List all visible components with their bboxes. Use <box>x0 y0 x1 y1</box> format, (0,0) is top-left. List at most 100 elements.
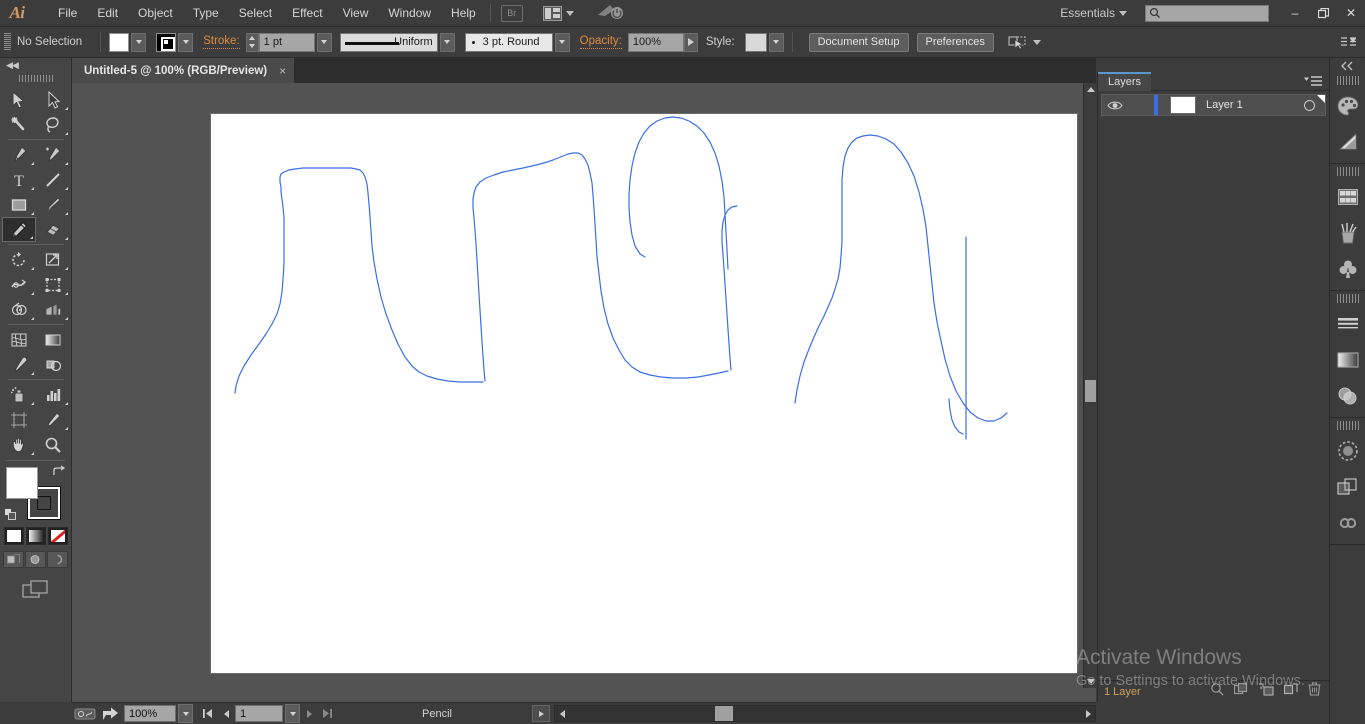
shape-builder-tool[interactable] <box>2 297 36 322</box>
minimize-button[interactable]: – <box>1281 0 1309 27</box>
swap-fill-stroke-icon[interactable] <box>52 465 66 482</box>
color-guide-icon[interactable] <box>1330 124 1365 160</box>
brush-definition-select[interactable]: 3 pt. Round <box>465 33 553 52</box>
lasso-tool[interactable] <box>36 112 70 137</box>
pencil-path-6[interactable] <box>949 399 963 434</box>
menu-help[interactable]: Help <box>441 0 486 27</box>
column-graph-tool[interactable] <box>36 382 70 407</box>
workspace-switcher[interactable]: Essentials <box>1052 6 1135 20</box>
artboard-canvas[interactable] <box>211 114 1077 673</box>
dock-gripper[interactable] <box>1337 421 1359 430</box>
dock-gripper[interactable] <box>1337 294 1359 303</box>
stroke-weight-dropdown[interactable] <box>317 33 332 52</box>
opacity-label[interactable]: Opacity: <box>580 35 622 49</box>
menu-select[interactable]: Select <box>229 0 282 27</box>
default-fill-stroke-icon[interactable] <box>4 508 17 521</box>
tab-layers[interactable]: Layers <box>1098 72 1151 91</box>
toolbar-gripper[interactable] <box>19 72 53 84</box>
fill-color-box[interactable] <box>6 467 38 499</box>
layer-name[interactable]: Layer 1 <box>1206 99 1304 111</box>
hand-tool[interactable] <box>2 432 36 457</box>
menu-object[interactable]: Object <box>128 0 183 27</box>
preferences-button[interactable]: Preferences <box>917 33 994 52</box>
mesh-tool[interactable] <box>2 327 36 352</box>
next-artboard-button[interactable] <box>300 705 318 722</box>
vertical-scrollbar[interactable] <box>1083 83 1096 688</box>
creative-cloud-icon[interactable] <box>596 2 624 25</box>
fill-dropdown-button[interactable] <box>131 33 146 52</box>
free-transform-tool[interactable] <box>36 272 70 297</box>
gradient-tool[interactable] <box>36 327 70 352</box>
dock-expand-button[interactable] <box>1330 58 1365 74</box>
align-pathfinder-icon[interactable] <box>1330 469 1365 505</box>
pencil-path-0[interactable] <box>235 168 483 393</box>
stroke-icon[interactable] <box>1330 306 1365 342</box>
magic-wand-tool[interactable] <box>2 112 36 137</box>
device-preview-button[interactable] <box>72 704 98 724</box>
layer-target-circle[interactable] <box>1304 100 1315 111</box>
stroke-weight-stepper[interactable] <box>246 33 259 52</box>
dock-gripper[interactable] <box>1337 167 1359 176</box>
color-fill-button[interactable] <box>4 527 24 545</box>
line-segment-tool[interactable] <box>36 167 70 192</box>
locate-object-button[interactable] <box>1210 682 1224 701</box>
profile-dropdown[interactable] <box>440 33 455 52</box>
scale-tool[interactable] <box>36 247 70 272</box>
first-artboard-button[interactable] <box>199 705 217 722</box>
blend-tool[interactable] <box>36 352 70 377</box>
selection-tool[interactable] <box>2 87 36 112</box>
artboard-dropdown[interactable] <box>285 704 300 723</box>
type-tool[interactable]: T <box>2 167 36 192</box>
document-tab[interactable]: Untitled-5 @ 100% (RGB/Preview) × <box>72 58 295 83</box>
artboard-tool[interactable] <box>2 407 36 432</box>
make-clipping-mask-button[interactable] <box>1234 683 1248 701</box>
add-anchor-point-tool[interactable] <box>36 142 70 167</box>
none-fill-button[interactable] <box>48 527 68 545</box>
pencil-tool[interactable] <box>2 217 36 242</box>
stroke-label[interactable]: Stroke: <box>203 35 239 49</box>
perspective-grid-tool[interactable] <box>36 297 70 322</box>
share-button[interactable] <box>98 704 124 724</box>
eyedropper-tool[interactable] <box>2 352 36 377</box>
paintbrush-tool[interactable] <box>36 192 70 217</box>
close-icon[interactable]: × <box>279 64 286 78</box>
scroll-down-button[interactable] <box>1084 675 1097 688</box>
gradient-fill-button[interactable] <box>26 527 46 545</box>
brushes-icon[interactable] <box>1330 215 1365 251</box>
pencil-path-3[interactable] <box>629 117 728 269</box>
width-tool[interactable] <box>2 272 36 297</box>
select-similar-button[interactable] <box>1008 34 1041 50</box>
style-dropdown[interactable] <box>769 33 784 52</box>
layer-row[interactable]: Layer 1 <box>1101 94 1326 116</box>
toolbar-collapse-button[interactable]: ◀◀ <box>0 58 71 72</box>
scroll-right-button[interactable] <box>1081 706 1095 721</box>
transparency-icon[interactable] <box>1330 378 1365 414</box>
status-menu-button[interactable] <box>532 705 550 722</box>
create-new-sublayer-button[interactable] <box>1258 683 1274 701</box>
menu-window[interactable]: Window <box>378 0 441 27</box>
panel-menu-button[interactable] <box>1303 75 1323 88</box>
previous-artboard-button[interactable] <box>217 705 235 722</box>
zoom-dropdown[interactable] <box>178 704 193 723</box>
zoom-level-input[interactable]: 100% <box>124 705 176 722</box>
brush-dropdown[interactable] <box>555 33 570 52</box>
stroke-dropdown-button[interactable] <box>178 33 193 52</box>
color-palette-icon[interactable] <box>1330 88 1365 124</box>
last-artboard-button[interactable] <box>318 705 336 722</box>
symbols-icon[interactable] <box>1330 251 1365 287</box>
arrange-documents-button[interactable] <box>543 6 574 21</box>
opacity-input[interactable]: 100% <box>628 33 684 52</box>
appearance-icon[interactable] <box>1330 433 1365 469</box>
pen-tool[interactable] <box>2 142 36 167</box>
stroke-color-swatch[interactable] <box>156 33 176 52</box>
eraser-tool[interactable] <box>36 217 70 242</box>
restore-button[interactable] <box>1309 0 1337 27</box>
rotate-tool[interactable] <box>2 247 36 272</box>
pencil-path-4[interactable] <box>795 135 1007 421</box>
menu-edit[interactable]: Edit <box>87 0 128 27</box>
control-bar-overflow[interactable] <box>1339 35 1365 49</box>
artboard-number-input[interactable]: 1 <box>235 705 283 722</box>
control-bar-gripper[interactable] <box>4 33 11 51</box>
scroll-left-button[interactable] <box>555 706 569 721</box>
search-input[interactable] <box>1145 5 1269 22</box>
